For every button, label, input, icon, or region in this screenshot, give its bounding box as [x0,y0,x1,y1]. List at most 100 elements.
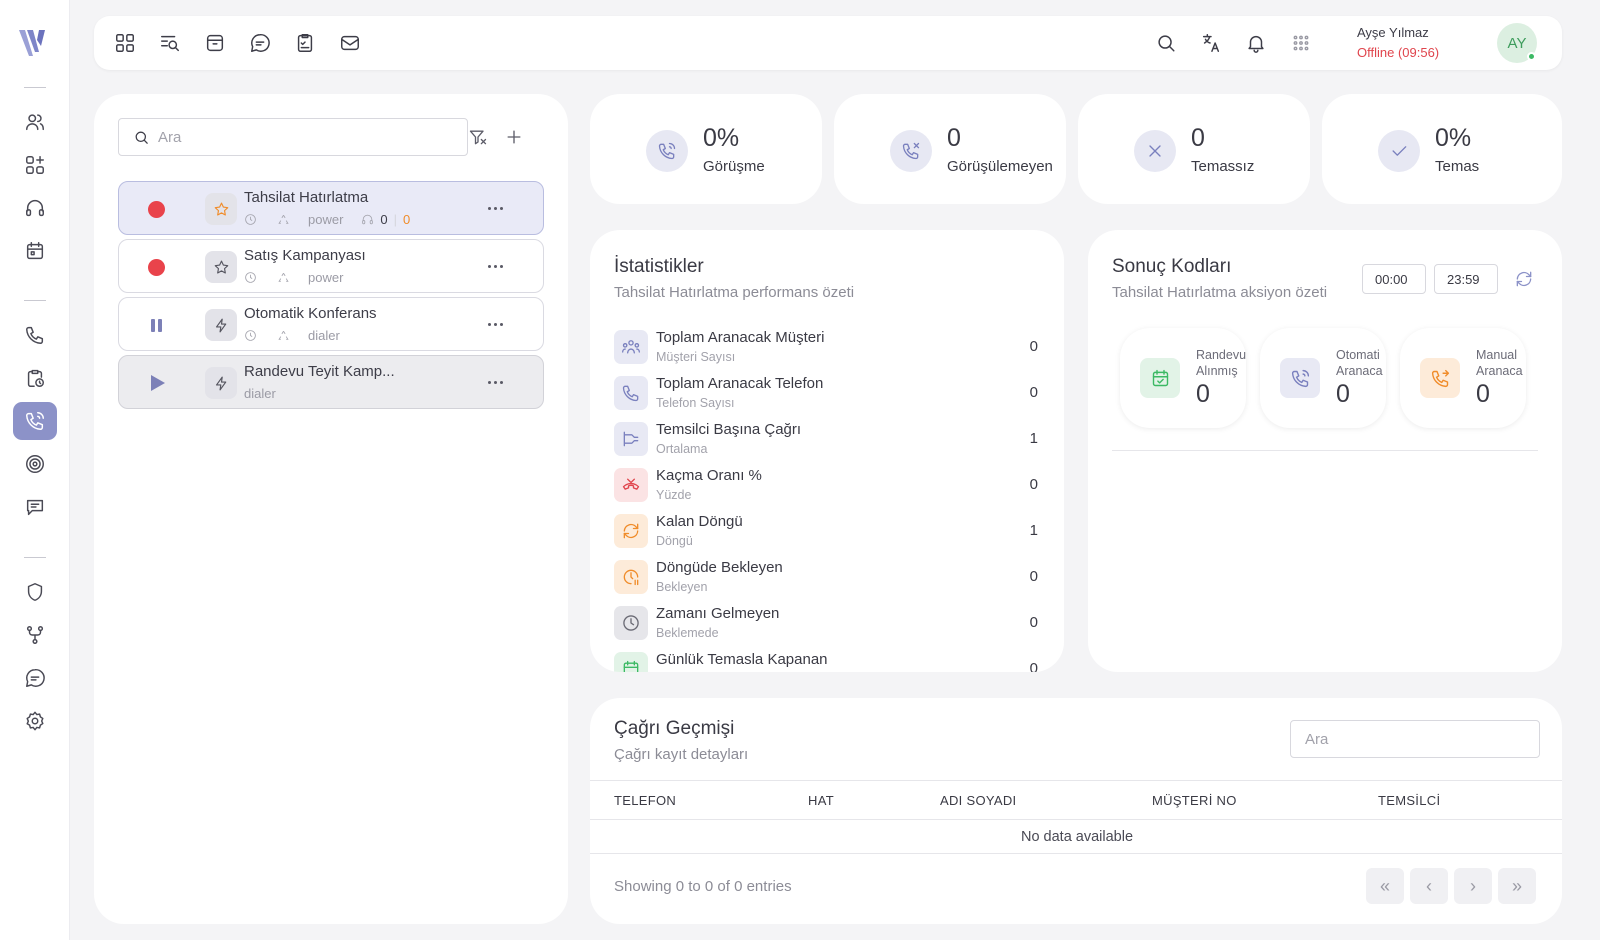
column-header[interactable]: TELEFON [614,793,676,808]
column-header[interactable]: ADI SOYADI [940,793,1016,808]
stat-label: Görüşülemeyen [947,158,1053,175]
refresh-icon [1516,271,1532,287]
result-code-card[interactable]: Otomati Aranaca 0 [1260,328,1386,428]
table-header: TELEFON HAT ADI SOYADI MÜŞTERİ NO TEMSİL… [590,780,1562,820]
last-page-button[interactable]: » [1498,868,1536,904]
campaign-panel: Tahsilat Hatırlatma power 0 | 0 Satış Ka… [94,94,568,924]
search-button[interactable] [1153,30,1179,56]
clipboard-check-icon [297,34,313,52]
users-icon [26,114,44,131]
list-search-button[interactable] [157,30,183,56]
rail-clipboard-clock[interactable] [13,359,57,397]
stat-sublabel: Bekleyen [656,580,708,594]
clock-pause-icon [614,560,648,594]
user-name[interactable]: Ayşe Yılmaz [1357,25,1429,40]
notifications-button[interactable] [1243,30,1269,56]
chat-icon [251,34,270,52]
stat-value: 0 [1029,338,1038,355]
stat-card-gorusme: 0% Görüşme [590,94,822,204]
rail-headset[interactable] [13,189,57,227]
stat-sublabel: Telefon Sayısı [656,396,735,410]
rail-target[interactable] [13,445,57,483]
apps-grid-button[interactable] [1288,30,1314,56]
campaign-item[interactable]: Otomatik Konferans dialer [118,297,544,351]
rail-users[interactable] [13,103,57,141]
left-sidebar [0,0,70,940]
campaign-name: Satış Kampanyası [244,247,366,264]
x-icon [1134,130,1176,172]
stat-value: 0 [1191,124,1205,152]
first-page-button[interactable]: « [1366,868,1404,904]
time-from-input[interactable]: 00:00 [1362,264,1426,294]
more-options-button[interactable] [483,256,507,276]
record-indicator[interactable] [147,200,165,218]
recycle-icon [278,214,289,224]
settings-icon [26,711,44,731]
campaign-item[interactable]: Tahsilat Hatırlatma power 0 | 0 [118,181,544,235]
more-options-button[interactable] [483,198,507,218]
rail-calendar[interactable] [13,232,57,270]
column-header[interactable]: HAT [808,793,834,808]
campaign-mode: power [308,270,344,285]
campaign-search[interactable] [118,118,468,156]
archive-button[interactable] [202,30,228,56]
more-options-button[interactable] [483,314,507,334]
campaign-name: Tahsilat Hatırlatma [244,189,369,206]
clipboard-clock-icon [27,369,44,387]
phone-active-icon [26,412,44,430]
play-button[interactable] [147,374,165,392]
stat-sublabel: Yüzde [656,488,692,502]
column-header[interactable]: TEMSİLCİ [1378,793,1440,808]
rail-chat[interactable] [13,659,57,697]
rail-apps[interactable] [13,146,57,184]
more-options-button[interactable] [483,372,507,392]
stat-label: Günlük Temasla Kapanan [656,651,828,668]
rail-flow[interactable] [13,616,57,654]
user-status[interactable]: Offline (09:56) [1357,45,1439,60]
result-code-label: Alınmış [1196,364,1238,378]
result-code-card[interactable]: Manual Aranaca 0 [1400,328,1526,428]
rail-phone[interactable] [13,316,57,354]
campaign-item[interactable]: Randevu Teyit Kamp... dialer [118,355,544,409]
stat-sublabel: Ortalama [656,442,708,456]
prev-page-button[interactable]: ‹ [1410,868,1448,904]
result-code-value: 0 [1196,380,1210,408]
result-code-label: Randevu [1196,348,1246,362]
pause-indicator[interactable] [147,316,165,334]
avatar[interactable]: AY [1497,23,1537,63]
record-indicator[interactable] [147,258,165,276]
clock-icon [245,214,256,225]
statistics-subtitle: Tahsilat Hatırlatma performans özeti [614,284,855,301]
tasks-button[interactable] [292,30,318,56]
result-codes-subtitle: Tahsilat Hatırlatma aksiyon özeti [1112,284,1328,301]
filter-button[interactable] [464,123,492,151]
add-campaign-button[interactable] [500,123,528,151]
chat-button[interactable] [247,30,273,56]
rail-shield[interactable] [13,573,57,611]
entries-info: Showing 0 to 0 of 0 entries [614,878,792,895]
bolt-icon [205,309,237,341]
stat-sublabel: Beklemede [656,626,719,640]
plus-icon [507,130,521,144]
campaign-item[interactable]: Satış Kampanyası power [118,239,544,293]
phone-call-icon [646,130,688,172]
mail-button[interactable] [337,30,363,56]
refresh-button[interactable] [1510,265,1538,293]
rail-settings[interactable] [13,702,57,740]
dashboard-button[interactable] [112,30,138,56]
campaign-name: Randevu Teyit Kamp... [244,363,395,380]
stat-label: Temas [1435,158,1480,175]
stat-value: 0 [1029,660,1038,672]
time-to-input[interactable]: 23:59 [1434,264,1498,294]
brand-logo-icon[interactable] [17,26,49,58]
next-page-button[interactable]: › [1454,868,1492,904]
rail-messages[interactable] [13,488,57,526]
result-code-card[interactable]: Randevu Alınmış 0 [1120,328,1246,428]
stat-row: Toplam Aranacak Telefon Telefon Sayısı 0 [614,374,1038,416]
column-header[interactable]: MÜŞTERİ NO [1152,793,1237,808]
translate-button[interactable] [1198,30,1224,56]
call-history-search-input[interactable]: Ara [1290,720,1540,758]
rail-campaigns[interactable] [13,402,57,440]
stat-value: 1 [1029,522,1038,539]
campaign-search-input[interactable] [158,128,438,146]
